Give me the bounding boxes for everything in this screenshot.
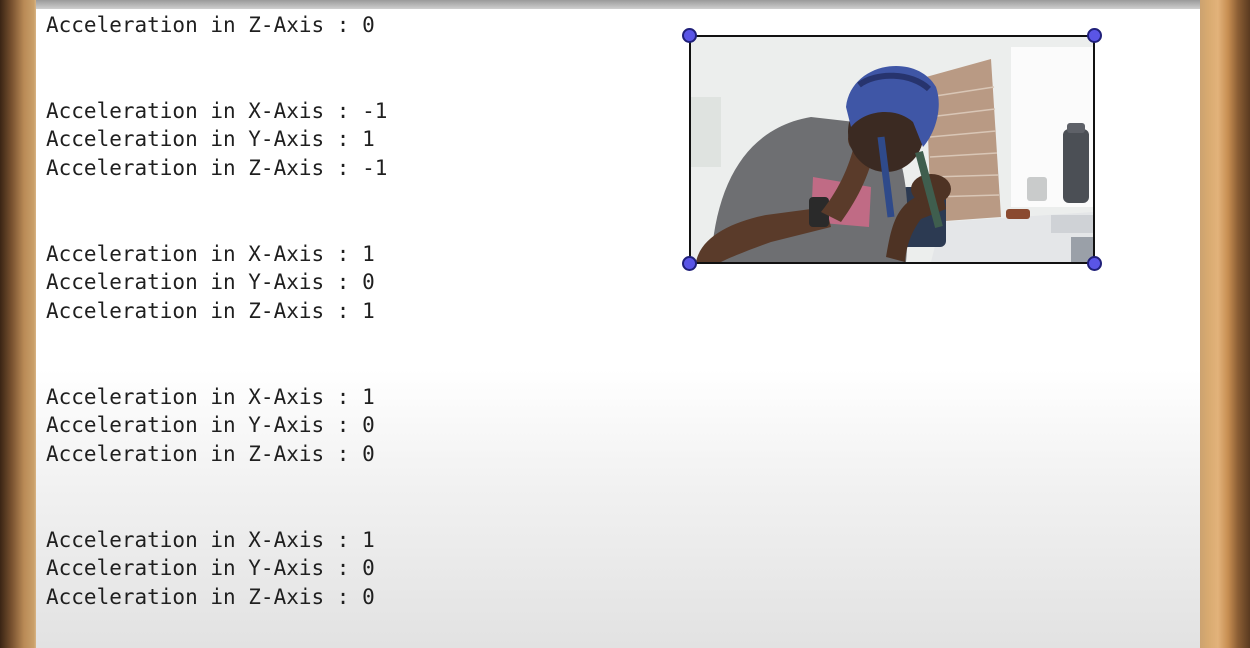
console-line: Acceleration in Y-Axis : 0 xyxy=(46,556,375,580)
webcam-overlay[interactable] xyxy=(689,35,1095,264)
console-line: Acceleration in Z-Axis : 0 xyxy=(46,13,375,37)
console-line: Acceleration in Z-Axis : 1 xyxy=(46,299,375,323)
console-line: Acceleration in Z-Axis : 0 xyxy=(46,442,375,466)
console-line: Acceleration in X-Axis : 1 xyxy=(46,528,375,552)
resize-handle-top-right[interactable] xyxy=(1087,28,1102,43)
resize-handle-bottom-right[interactable] xyxy=(1087,256,1102,271)
resize-handle-top-left[interactable] xyxy=(682,28,697,43)
resize-handle-bottom-left[interactable] xyxy=(682,256,697,271)
console-line: Acceleration in X-Axis : 1 xyxy=(46,385,375,409)
webcam-scene xyxy=(691,37,1093,262)
console-line: Acceleration in Z-Axis : -1 xyxy=(46,156,388,180)
console-line: Acceleration in Y-Axis : 1 xyxy=(46,127,375,151)
console-line: Acceleration in Z-Axis : 0 xyxy=(46,585,375,609)
console-line: Acceleration in Y-Axis : 0 xyxy=(46,270,375,294)
console-line: Acceleration in X-Axis : -1 xyxy=(46,99,388,123)
console-line: Acceleration in X-Axis : 1 xyxy=(46,242,375,266)
wood-desk-edge-right xyxy=(1198,0,1250,648)
window-top-edge xyxy=(36,0,1200,9)
console-line: Acceleration in Y-Axis : 0 xyxy=(46,413,375,437)
